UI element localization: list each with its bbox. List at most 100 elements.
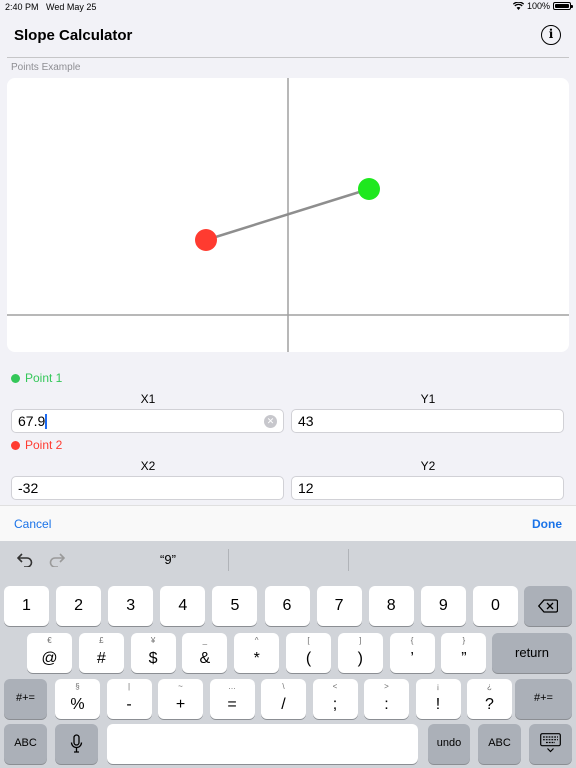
key-symbol-row3-7[interactable]: ¡! [415, 679, 461, 719]
key-symbol-3[interactable]: _ & [182, 633, 228, 673]
point-1-label-text: Point 1 [25, 371, 63, 385]
key-symbol-7[interactable]: {’ [389, 633, 435, 673]
key-symbol-7-label: ’ [410, 650, 414, 667]
status-date: Wed May 25 [46, 2, 97, 12]
key-symbol-row3-8-label: ? [485, 696, 494, 713]
key-2[interactable]: 2 [56, 586, 102, 626]
cancel-button[interactable]: Cancel [14, 517, 51, 531]
key-symbol-row3-1-alt-label: | [127, 682, 131, 691]
key-symbol-row3-4-alt-label: \ [282, 682, 285, 691]
key-symbol-8-label: ” [461, 650, 467, 667]
key-symbol-4[interactable]: ^ * [234, 633, 280, 673]
space-key[interactable] [107, 724, 418, 764]
abc-key-label: ABC [488, 737, 511, 749]
key-2-label: 2 [74, 597, 84, 614]
section-label: Points Example [11, 62, 81, 73]
key-3[interactable]: 3 [108, 586, 154, 626]
key-symbol-2-alt-label: ¥ [150, 636, 156, 645]
shift-symbols-key-right[interactable]: #+= [515, 679, 572, 719]
redo-icon[interactable] [49, 553, 65, 567]
key-symbol-row3-6-label: : [384, 696, 389, 713]
key-symbol-row3-8-alt-label: ¿ [487, 682, 492, 691]
key-symbol-8[interactable]: }” [441, 633, 487, 673]
y2-input[interactable]: 12 [291, 476, 564, 500]
abc-key-left[interactable]: ABC [4, 724, 47, 764]
key-symbol-7-alt-label: { [410, 636, 414, 645]
done-button[interactable]: Done [532, 517, 562, 531]
key-symbol-row3-5-alt-label: < [332, 682, 338, 691]
y1-input[interactable]: 43 [291, 409, 564, 433]
key-4-label: 4 [178, 597, 188, 614]
battery-percent: 100% [526, 1, 550, 11]
battery-icon [553, 2, 573, 10]
wifi-icon [512, 2, 524, 10]
key-symbol-5-label: ( [305, 650, 312, 667]
key-4[interactable]: 4 [160, 586, 206, 626]
undo-key-label: undo [436, 737, 462, 749]
dismiss-keyboard-key[interactable] [529, 724, 572, 764]
key-symbol-4-alt-label: ^ [254, 636, 259, 645]
key-8-label: 8 [386, 597, 396, 614]
info-icon[interactable]: i [541, 25, 561, 45]
return-key[interactable]: return [492, 633, 572, 673]
key-6[interactable]: 6 [264, 586, 310, 626]
dictation-key[interactable] [55, 724, 98, 764]
key-symbol-6[interactable]: ]) [337, 633, 383, 673]
key-symbol-5[interactable]: [( [286, 633, 331, 673]
key-symbol-row3-2-alt-label: ~ [178, 682, 183, 691]
key-symbol-row3-5-label: ; [332, 696, 338, 713]
key-symbol-row3-6[interactable]: >: [364, 679, 409, 719]
key-0-label: 0 [490, 597, 500, 614]
key-symbol-row3-0[interactable]: §% [55, 679, 100, 719]
key-symbol-6-label: ) [357, 650, 363, 667]
undo-key[interactable]: undo [428, 724, 470, 764]
key-symbol-row3-3-label: = [227, 696, 237, 713]
key-symbol-row3-2[interactable]: ~ + [158, 679, 203, 719]
key-symbol-2[interactable]: ¥ $ [130, 633, 176, 673]
clear-icon[interactable]: ✕ [264, 415, 277, 428]
point-2-marker [195, 229, 217, 251]
suggestion-divider [348, 549, 349, 571]
x1-input[interactable]: 67.9 ✕ [11, 409, 284, 433]
x2-input[interactable]: -32 [11, 476, 284, 500]
key-symbol-row3-0-label: % [70, 696, 85, 713]
key-symbol-1[interactable]: £ # [78, 633, 124, 673]
key-1[interactable]: 1 [4, 586, 49, 626]
x2-label: X2 [140, 459, 156, 473]
return-key-label: return [515, 645, 549, 660]
key-symbol-row3-5[interactable]: <; [312, 679, 358, 719]
delete-key[interactable] [524, 586, 572, 626]
key-0[interactable]: 0 [472, 586, 518, 626]
key-symbol-0[interactable]: € @ [27, 633, 72, 673]
key-symbol-row3-8[interactable]: ¿? [467, 679, 512, 719]
x2-input-value: -32 [18, 480, 39, 496]
key-9[interactable]: 9 [420, 586, 466, 626]
point-2-label: Point 2 [11, 438, 62, 452]
key-7[interactable]: 7 [316, 586, 362, 626]
keyboard-dismiss-icon [540, 733, 561, 753]
key-symbol-row3-3-alt-label: … [228, 682, 236, 691]
key-8[interactable]: 8 [368, 586, 414, 626]
abc-key-right[interactable]: ABC [478, 724, 521, 764]
key-symbol-row3-4[interactable]: \ / [261, 679, 306, 719]
suggestion[interactable]: “9” [108, 552, 228, 567]
key-symbol-row3-7-label: ! [435, 696, 441, 713]
key-symbol-3-label: & [199, 650, 211, 667]
point-1-marker [358, 178, 380, 200]
backspace-icon [538, 599, 558, 613]
points-chart [7, 78, 569, 352]
status-bar: 2:40 PM Wed May 25 100% [0, 0, 576, 14]
key-symbol-6-alt-label: ] [359, 636, 362, 645]
key-symbol-8-alt-label: } [462, 636, 466, 645]
y1-label: Y1 [420, 392, 436, 406]
y2-input-value: 12 [298, 480, 314, 496]
key-symbol-row3-1[interactable]: | - [106, 679, 152, 719]
key-symbol-row3-3[interactable]: … = [209, 679, 255, 719]
shift-symbols-key-left[interactable]: #+= [4, 679, 47, 719]
key-5-label: 5 [230, 597, 240, 614]
abc-key-label: ABC [14, 737, 37, 749]
key-6-label: 6 [282, 597, 292, 614]
undo-icon[interactable] [17, 553, 33, 567]
shift-symbols-label: #+= [534, 692, 553, 704]
key-5[interactable]: 5 [212, 586, 258, 626]
